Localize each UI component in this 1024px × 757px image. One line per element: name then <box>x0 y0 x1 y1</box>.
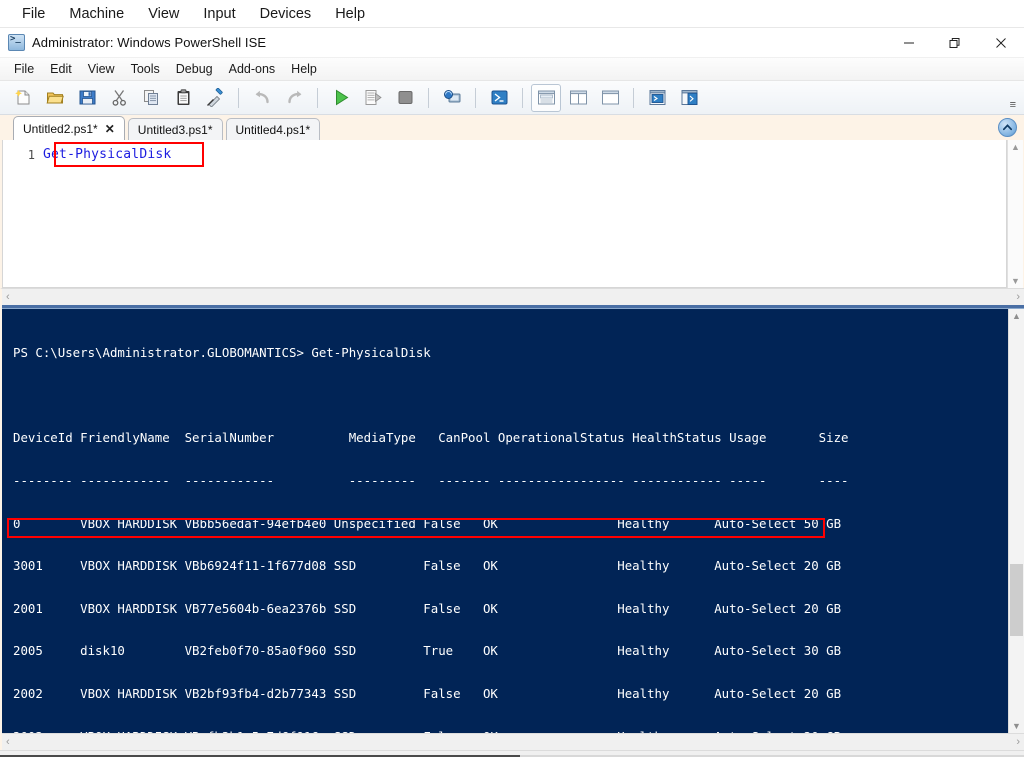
tab-untitled3[interactable]: Untitled3.ps1* <box>127 118 223 140</box>
run-selection-icon[interactable] <box>358 84 388 112</box>
editor-vertical-scrollbar[interactable]: ▲ ▼ <box>1007 140 1023 288</box>
powershell-icon <box>8 34 25 51</box>
console-pane: PS C:\Users\Administrator.GLOBOMANTICS> … <box>0 305 1024 750</box>
open-script-icon[interactable] <box>40 84 70 112</box>
ise-toolbar: ≡ <box>0 81 1024 115</box>
menu-tools[interactable]: Tools <box>123 60 168 78</box>
tab-untitled4[interactable]: Untitled4.ps1* <box>225 118 321 140</box>
show-command-window-icon[interactable] <box>642 84 672 112</box>
host-menu-machine[interactable]: Machine <box>57 4 136 24</box>
window-title: Administrator: Windows PowerShell ISE <box>32 35 267 50</box>
copy-icon[interactable] <box>136 84 166 112</box>
menu-view[interactable]: View <box>80 60 123 78</box>
scrollbar-thumb[interactable] <box>1010 564 1023 636</box>
editor-horizontal-scrollbar[interactable]: ‹ › <box>0 288 1024 305</box>
host-menu-help[interactable]: Help <box>323 4 377 24</box>
toolbar-separator <box>238 87 239 108</box>
line-number: 1 <box>27 147 35 162</box>
paste-icon[interactable] <box>168 84 198 112</box>
table-row: 0 VBOX HARDDISK VBbb56edaf-94efb4e0 Unsp… <box>13 515 842 531</box>
start-powershell-icon[interactable] <box>484 84 514 112</box>
console-table-header: DeviceId FriendlyName SerialNumber Media… <box>13 430 849 446</box>
tab-untitled2[interactable]: Untitled2.ps1* ✕ <box>13 116 125 140</box>
scroll-down-icon[interactable]: ▼ <box>1011 276 1020 286</box>
new-script-icon[interactable] <box>8 84 38 112</box>
tab-label: Untitled4.ps1* <box>235 122 311 137</box>
scroll-right-icon[interactable]: › <box>1016 736 1020 748</box>
console-output[interactable]: PS C:\Users\Administrator.GLOBOMANTICS> … <box>2 309 1008 733</box>
tab-label: Untitled2.ps1* <box>23 121 98 136</box>
code-text[interactable]: Get-PhysicalDisk <box>43 147 171 162</box>
script-tab-strip: Untitled2.ps1* ✕ Untitled3.ps1* Untitled… <box>0 115 1024 140</box>
host-menu-file[interactable]: File <box>10 4 57 24</box>
close-icon[interactable] <box>978 28 1024 58</box>
new-remote-session-icon[interactable] <box>437 84 467 112</box>
scroll-down-icon[interactable]: ▼ <box>1012 721 1021 731</box>
menu-addons[interactable]: Add-ons <box>221 60 284 78</box>
scroll-right-icon[interactable]: › <box>1016 291 1020 303</box>
script-editor[interactable]: 1 Get-PhysicalDisk <box>2 140 1007 288</box>
host-menu-view[interactable]: View <box>136 4 191 24</box>
menu-help[interactable]: Help <box>283 60 325 78</box>
ise-menubar: File Edit View Tools Debug Add-ons Help <box>0 58 1024 81</box>
show-script-pane-maximized-icon[interactable] <box>595 84 625 112</box>
host-menu-devices[interactable]: Devices <box>248 4 324 24</box>
table-row: 2001 VBOX HARDDISK VB77e5604b-6ea2376b S… <box>13 600 842 616</box>
tab-close-icon[interactable]: ✕ <box>105 122 115 136</box>
table-row: 3001 VBOX HARDDISK VBb6924f11-1f677d08 S… <box>13 558 842 574</box>
show-script-pane-top-icon[interactable] <box>531 83 561 112</box>
host-menu-input[interactable]: Input <box>191 4 247 24</box>
console-horizontal-scrollbar[interactable]: ‹ › <box>2 733 1024 750</box>
script-editor-pane: 1 Get-PhysicalDisk ▲ ▼ <box>0 140 1024 288</box>
undo-icon[interactable] <box>247 84 277 112</box>
run-script-icon[interactable] <box>326 84 356 112</box>
console-vertical-scrollbar[interactable]: ▲ ▼ <box>1008 309 1024 733</box>
window-controls <box>886 28 1024 58</box>
toolbar-separator <box>428 87 429 108</box>
scroll-up-icon[interactable]: ▲ <box>1011 142 1020 152</box>
restore-icon[interactable] <box>932 28 978 58</box>
toolbar-separator <box>522 87 523 108</box>
code-line-1: 1 Get-PhysicalDisk <box>3 145 1006 164</box>
clear-console-icon[interactable] <box>200 84 230 112</box>
menu-edit[interactable]: Edit <box>42 60 80 78</box>
table-row: 2002 VBOX HARDDISK VB2bf93fb4-d2b77343 S… <box>13 686 842 702</box>
show-script-pane-right-icon[interactable] <box>563 84 593 112</box>
cut-icon[interactable] <box>104 84 134 112</box>
toolbar-separator <box>475 87 476 108</box>
toolbar-separator <box>633 87 634 108</box>
console-table-rule: -------- ------------ ------------ -----… <box>13 473 849 489</box>
scroll-left-icon[interactable]: ‹ <box>6 736 10 748</box>
table-row: 2005 disk10 VB2feb0f70-85a0f960 SSD True… <box>13 643 842 659</box>
virtualbox-host-menubar: File Machine View Input Devices Help <box>0 0 1024 28</box>
stop-operation-icon[interactable] <box>390 84 420 112</box>
console-command-line: PS C:\Users\Administrator.GLOBOMANTICS> … <box>13 345 431 361</box>
table-row: 2003 VBOX HARDDISK VBcfb3b1e5-7d6f916a S… <box>13 729 1008 733</box>
application-window: File Machine View Input Devices Help Adm… <box>0 0 1024 757</box>
toolbar-separator <box>317 87 318 108</box>
menu-debug[interactable]: Debug <box>168 60 221 78</box>
collapse-chevron-up-icon[interactable] <box>998 118 1017 137</box>
ise-titlebar: Administrator: Windows PowerShell ISE <box>0 28 1024 58</box>
show-command-addon-icon[interactable] <box>674 84 704 112</box>
save-icon[interactable] <box>72 84 102 112</box>
scroll-up-icon[interactable]: ▲ <box>1012 311 1021 321</box>
scroll-left-icon[interactable]: ‹ <box>6 291 10 303</box>
minimize-icon[interactable] <box>886 28 932 58</box>
toolbar-overflow-icon[interactable]: ≡ <box>1010 99 1016 111</box>
menu-file[interactable]: File <box>6 60 42 78</box>
tab-label: Untitled3.ps1* <box>137 122 213 137</box>
redo-icon[interactable] <box>279 84 309 112</box>
